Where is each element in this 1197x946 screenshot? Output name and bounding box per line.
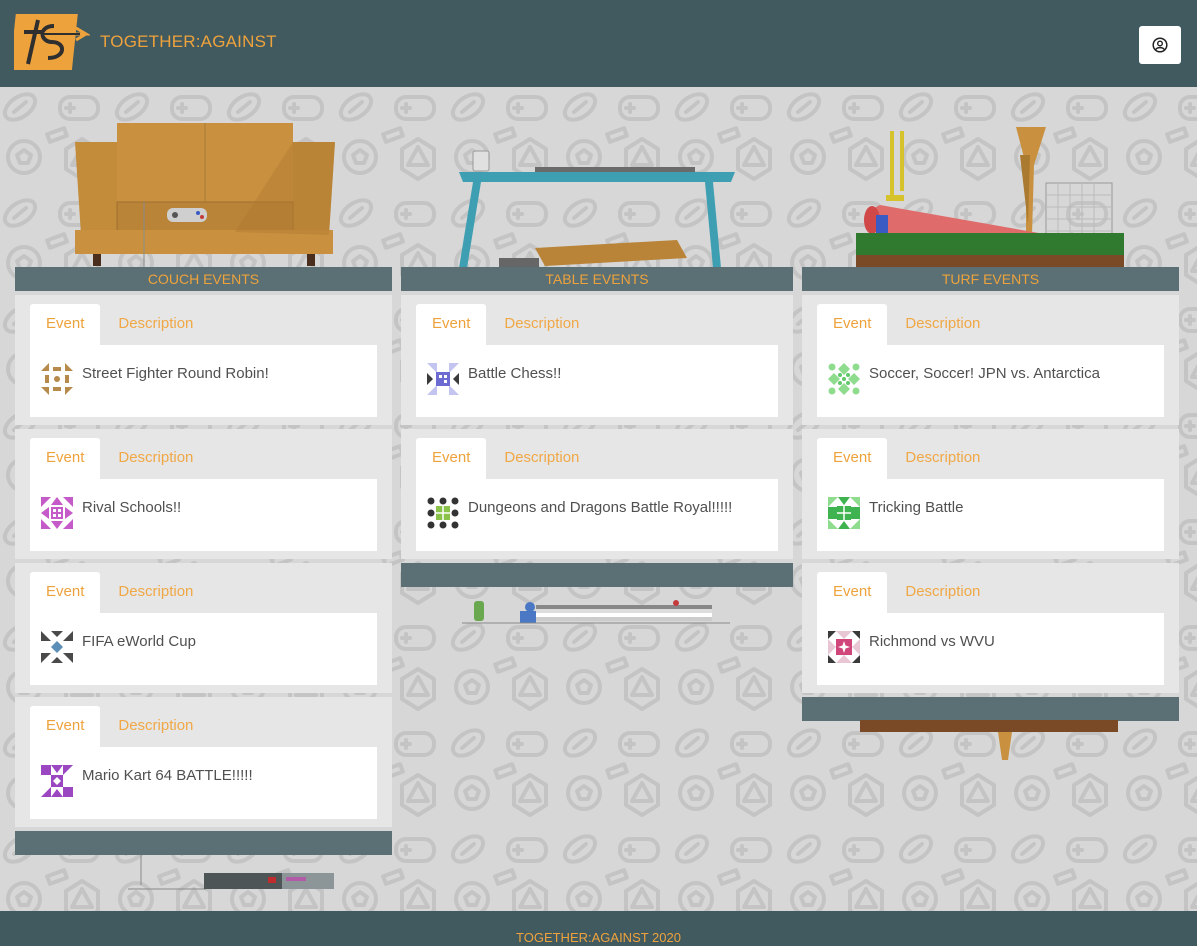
identicon-avatar <box>828 363 860 395</box>
brand-title: TOGETHER:AGAINST <box>100 32 277 51</box>
couch-column-header: COUCH EVENTS <box>15 267 392 291</box>
brand[interactable]: TOGETHER:AGAINST <box>14 12 277 72</box>
event-title: Tricking Battle <box>869 499 964 516</box>
event-body[interactable]: Tricking Battle <box>817 479 1164 551</box>
top-navbar: TOGETHER:AGAINST <box>0 0 1197 87</box>
event-body[interactable]: Rival Schools!! <box>30 479 377 551</box>
event-card: Event Description Mario Kart 64 BATTLE!!… <box>15 697 392 827</box>
event-tabs: Event Description <box>30 706 209 748</box>
event-body[interactable]: Battle Chess!! <box>416 345 778 417</box>
tab-description[interactable]: Description <box>887 304 996 346</box>
event-tabs: Event Description <box>416 438 595 480</box>
tab-description[interactable]: Description <box>486 304 595 346</box>
event-body[interactable]: FIFA eWorld Cup <box>30 613 377 685</box>
tab-description[interactable]: Description <box>486 438 595 480</box>
event-tabs: Event Description <box>817 304 996 346</box>
board-game-illustration <box>462 600 730 624</box>
user-circle-icon <box>1152 37 1168 53</box>
event-body[interactable]: Richmond vs WVU <box>817 613 1164 685</box>
mug-icon <box>472 150 490 172</box>
event-title: Battle Chess!! <box>468 365 562 382</box>
event-tabs: Event Description <box>30 572 209 614</box>
event-body[interactable]: Mario Kart 64 BATTLE!!!!! <box>30 747 377 819</box>
couch-column-footer <box>15 831 392 855</box>
event-tabs: Event Description <box>817 438 996 480</box>
tab-event[interactable]: Event <box>416 438 487 480</box>
tab-event[interactable]: Event <box>30 572 101 614</box>
ts-logo-icon <box>14 14 90 70</box>
event-card: Event Description Rival Schools!! <box>15 429 392 559</box>
table-column-header: TABLE EVENTS <box>401 267 793 291</box>
identicon-avatar <box>427 363 459 395</box>
tab-event[interactable]: Event <box>817 438 888 480</box>
event-title: Rival Schools!! <box>82 499 182 516</box>
event-card: Event Description Dungeons and Dragons B… <box>401 429 793 559</box>
event-card: Event Description Richmond vs WVU <box>802 563 1179 693</box>
event-title: Richmond vs WVU <box>869 633 995 650</box>
event-body[interactable]: Soccer, Soccer! JPN vs. Antarctica <box>817 345 1164 417</box>
event-title: Street Fighter Round Robin! <box>82 365 269 382</box>
tab-event[interactable]: Event <box>817 572 888 614</box>
event-title: Mario Kart 64 BATTLE!!!!! <box>82 767 253 784</box>
event-body[interactable]: Street Fighter Round Robin! <box>30 345 377 417</box>
identicon-avatar <box>828 631 860 663</box>
turf-column-footer <box>802 697 1179 721</box>
turf-bottom-illustration <box>860 720 1118 760</box>
tab-event[interactable]: Event <box>30 706 101 748</box>
event-card: Event Description Street Fighter Round R… <box>15 295 392 425</box>
identicon-avatar <box>427 497 459 529</box>
event-tabs: Event Description <box>817 572 996 614</box>
event-title: Dungeons and Dragons Battle Royal!!!!! <box>468 499 733 516</box>
footer-text: TOGETHER:AGAINST 2020 <box>516 930 681 945</box>
event-title: FIFA eWorld Cup <box>82 633 196 650</box>
identicon-avatar <box>41 631 73 663</box>
event-body[interactable]: Dungeons and Dragons Battle Royal!!!!! <box>416 479 778 551</box>
identicon-avatar <box>41 765 73 797</box>
page-footer: TOGETHER:AGAINST 2020 <box>0 911 1197 946</box>
turf-column-header: TURF EVENTS <box>802 267 1179 291</box>
tab-description[interactable]: Description <box>887 438 996 480</box>
tab-description[interactable]: Description <box>100 706 209 748</box>
identicon-avatar <box>828 497 860 529</box>
identicon-avatar <box>41 363 73 395</box>
table-column-footer <box>401 563 793 587</box>
tab-description[interactable]: Description <box>100 438 209 480</box>
event-card: Event Description Battle Chess!! <box>401 295 793 425</box>
event-title: Soccer, Soccer! JPN vs. Antarctica <box>869 365 1100 382</box>
tab-description[interactable]: Description <box>100 572 209 614</box>
event-tabs: Event Description <box>416 304 595 346</box>
event-tabs: Event Description <box>30 304 209 346</box>
tab-event[interactable]: Event <box>30 438 101 480</box>
event-card: Event Description FIFA eWorld Cup <box>15 563 392 693</box>
event-card: Event Description Tricking Battle <box>802 429 1179 559</box>
tab-event[interactable]: Event <box>416 304 487 346</box>
table-illustration <box>459 150 735 268</box>
tab-description[interactable]: Description <box>887 572 996 614</box>
tab-description[interactable]: Description <box>100 304 209 346</box>
turf-illustration <box>856 127 1124 267</box>
event-card: Event Description Soccer, Soccer! JPN vs… <box>802 295 1179 425</box>
user-menu-button[interactable] <box>1139 26 1181 64</box>
tab-event[interactable]: Event <box>30 304 101 346</box>
console-illustration <box>128 855 334 890</box>
event-tabs: Event Description <box>30 438 209 480</box>
tab-event[interactable]: Event <box>817 304 888 346</box>
couch-illustration <box>75 123 335 270</box>
identicon-avatar <box>41 497 73 529</box>
